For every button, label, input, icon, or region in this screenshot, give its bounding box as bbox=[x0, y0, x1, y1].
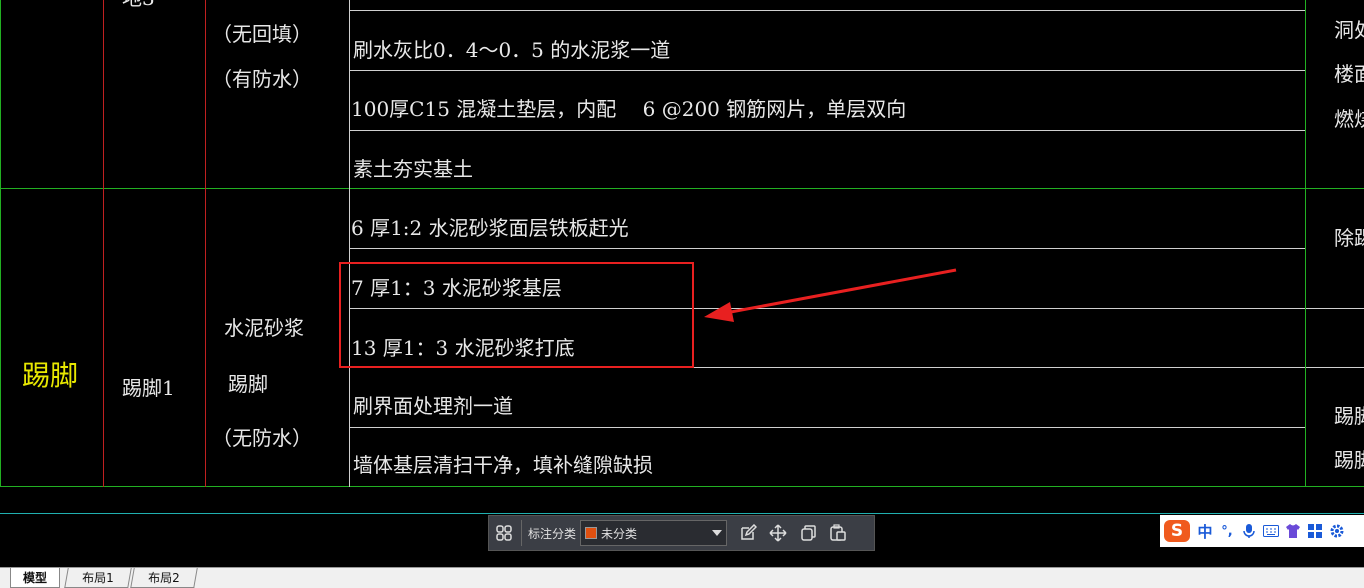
skirting-layer: 墙体基层清扫干净，填补缝隙缺损 bbox=[353, 453, 653, 477]
shirt-icon[interactable] bbox=[1282, 519, 1304, 543]
tab-label: 布局1 bbox=[82, 571, 114, 585]
toolbar-label: 标注分类 bbox=[528, 526, 577, 541]
layout-grid-icon[interactable] bbox=[489, 518, 519, 548]
upper-code: 地3 bbox=[122, 0, 155, 10]
upper-type-line: （无回填） bbox=[212, 22, 312, 46]
skirting-remark: 踢脚 bbox=[1334, 448, 1364, 472]
copy-icon[interactable] bbox=[793, 518, 823, 548]
ime-logo-text: S bbox=[1164, 520, 1190, 542]
grid-icon[interactable] bbox=[1304, 519, 1326, 543]
ime-punct[interactable]: °, bbox=[1216, 519, 1238, 543]
skirting-type-line: 踢脚 bbox=[228, 372, 268, 396]
skirting-layer: 刷界面处理剂一道 bbox=[353, 394, 513, 418]
sogou-logo-icon[interactable]: S bbox=[1160, 519, 1194, 543]
ime-toolbar: S 中 °, bbox=[1160, 515, 1364, 547]
upper-layer: 刷水灰比0．4～0．5 的水泥浆一道 bbox=[353, 38, 671, 62]
table-line bbox=[349, 70, 1305, 71]
table-line bbox=[349, 0, 350, 487]
upper-type-line: （有防水） bbox=[212, 67, 312, 91]
divider bbox=[521, 520, 522, 546]
upper-remark: 楼面 bbox=[1334, 62, 1364, 86]
table-line bbox=[349, 427, 1305, 428]
chevron-down-icon bbox=[712, 530, 723, 536]
tab-layout1[interactable]: 布局1 bbox=[64, 568, 132, 588]
tab-layout2[interactable]: 布局2 bbox=[130, 568, 198, 588]
table-line bbox=[1305, 0, 1306, 487]
mic-icon[interactable] bbox=[1238, 519, 1260, 543]
category-dropdown[interactable]: 未分类 bbox=[580, 520, 728, 546]
skirting-layer: 6 厚1:2 水泥砂浆面层铁板赶光 bbox=[351, 216, 629, 240]
skirting-category: 踢脚 bbox=[22, 359, 79, 392]
category-value: 未分类 bbox=[601, 526, 638, 541]
upper-layer: 100厚C15 混凝土垫层，内配 6 @200 钢筋网片，单层双向 bbox=[351, 97, 907, 121]
tab-model[interactable]: 模型 bbox=[10, 568, 60, 588]
tab-label: 模型 bbox=[22, 571, 47, 585]
cad-drawing-area[interactable]: 地3 （无回填） （有防水） 刷水灰比0．4～0．5 的水泥浆一道 100厚C1… bbox=[0, 0, 1364, 515]
keyboard-icon[interactable] bbox=[1260, 519, 1282, 543]
annotation-toolbar: 标注分类 未分类 bbox=[488, 515, 875, 551]
upper-remark: 洞处 bbox=[1334, 18, 1364, 42]
edit-icon[interactable] bbox=[733, 518, 763, 548]
table-line bbox=[349, 10, 1305, 11]
settings-icon[interactable] bbox=[1326, 519, 1348, 543]
table-line bbox=[0, 0, 1, 487]
table-line bbox=[205, 0, 206, 487]
layout-tabbar: 模型 布局1 布局2 bbox=[0, 567, 1364, 588]
paste-icon[interactable] bbox=[823, 518, 853, 548]
upper-layer: 素土夯实基土 bbox=[353, 157, 473, 181]
skirting-remark: 踢脚 bbox=[1334, 404, 1364, 428]
ime-mode[interactable]: 中 bbox=[1194, 519, 1216, 543]
skirting-type-line: 水泥砂浆 bbox=[224, 316, 304, 340]
move-icon[interactable] bbox=[763, 518, 793, 548]
table-line bbox=[349, 130, 1305, 131]
category-color-swatch bbox=[585, 527, 598, 539]
skirting-code: 踢脚1 bbox=[122, 376, 175, 400]
upper-remark: 燃烧 bbox=[1334, 107, 1364, 131]
table-line bbox=[0, 513, 1364, 514]
highlight-box bbox=[339, 262, 694, 368]
skirting-type-line: （无防水） bbox=[212, 426, 312, 450]
annotation-arrow-icon bbox=[704, 268, 957, 322]
skirting-remark: 除踢 bbox=[1334, 226, 1364, 250]
tab-label: 布局2 bbox=[148, 571, 180, 585]
table-line bbox=[103, 0, 104, 487]
table-line bbox=[349, 248, 1305, 249]
